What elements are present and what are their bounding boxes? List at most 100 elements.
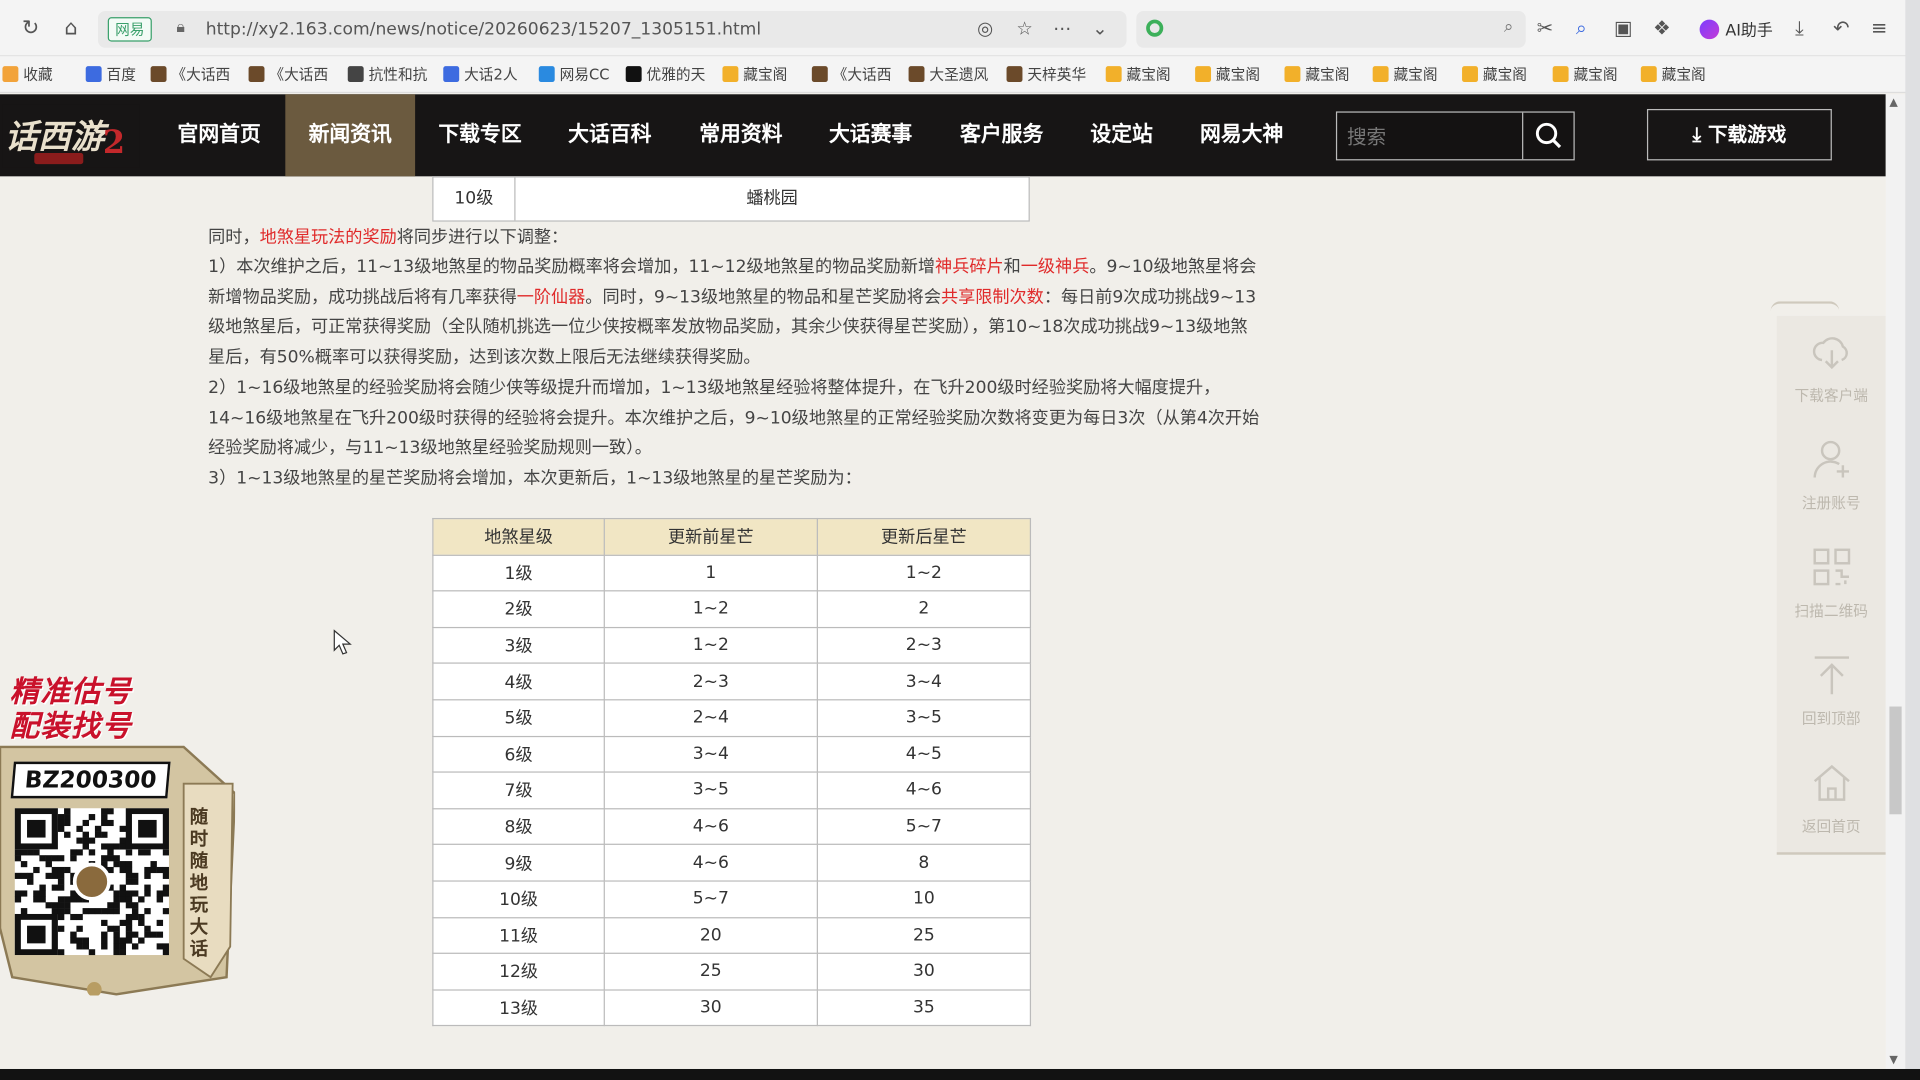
bookmarks-bar: 收藏 百度 《大话西 《大话西 抗性和抗 大话2人 网易CC 优雅的天 藏宝阁 《大话西 大圣遗风 天…	[0, 56, 1920, 94]
scroll-up-icon[interactable]: ▲	[1889, 97, 1897, 109]
float-bar-handle[interactable]	[1770, 301, 1840, 311]
game-logo[interactable]: 话西游 2	[2, 104, 140, 168]
bookmark-item[interactable]: 《大话西	[811, 64, 891, 85]
download-game-button[interactable]: ⤓ 下载游戏	[1646, 108, 1832, 161]
bookmark-item[interactable]: 藏宝阁	[1195, 64, 1260, 85]
float-download-client[interactable]: 下载客户端	[1777, 316, 1886, 424]
p1-highlight-1: 神兵碎片	[935, 257, 1004, 277]
table-row: 13级 30 35	[432, 989, 1032, 1027]
bookmark-item[interactable]: 《大话西	[248, 64, 328, 85]
scissors-icon[interactable]: ✂	[1537, 16, 1553, 39]
search-icon[interactable]	[1523, 113, 1574, 160]
search-engine-icon[interactable]	[1146, 19, 1164, 37]
location-icon[interactable]: ◎	[977, 17, 993, 39]
extension-icon[interactable]: ❖	[1653, 16, 1671, 39]
browser-search-box[interactable]: ⌕	[1136, 11, 1526, 48]
bookmark-item[interactable]: 《大话西	[150, 64, 230, 85]
magnifier-icon[interactable]: ⌕	[1576, 16, 1587, 40]
menu-icon[interactable]: ≡	[1871, 16, 1887, 39]
after-cell: 10	[816, 880, 1032, 918]
before-cell: 2~4	[603, 699, 818, 737]
nav-item[interactable]: 设定站	[1067, 94, 1177, 176]
table-row: 3级 1~2 2~3	[432, 626, 1032, 665]
intro-pre: 同时，	[208, 227, 260, 248]
undo-icon[interactable]: ↶	[1833, 16, 1849, 39]
bookmark-favicon-icon	[1006, 66, 1023, 83]
after-cell: 25	[816, 916, 1032, 955]
ai-assistant-button[interactable]: AI助手	[1699, 17, 1773, 40]
bookmark-item[interactable]: 百度	[85, 64, 136, 85]
page-scrollbar[interactable]: ▲ ▼	[1885, 94, 1906, 1069]
nav-item[interactable]: 下载专区	[415, 94, 545, 176]
float-home[interactable]: 返回首页	[1777, 747, 1886, 855]
bookmark-item[interactable]: 藏宝阁	[1372, 64, 1438, 85]
p1-text-d: 。同时，9~13级地煞星的物品和星芒奖励将会	[585, 287, 941, 307]
nav-item[interactable]: 客户服务	[937, 94, 1067, 176]
refresh-icon[interactable]: ↻	[17, 15, 44, 42]
bookmark-favicon-icon	[538, 66, 555, 83]
nav-item[interactable]: 常用资料	[676, 94, 806, 176]
home-icon	[1813, 764, 1850, 801]
promo-badge[interactable]: 精准估号 配装找号 BZ200300 随时随地玩大话	[0, 671, 245, 1026]
nav-item[interactable]: 新闻资讯	[285, 94, 416, 177]
site-search-button[interactable]	[1522, 112, 1574, 160]
star-icon[interactable]: ☆	[1016, 17, 1032, 39]
bookmark-item[interactable]: 藏宝阁	[1552, 64, 1618, 85]
star-reward-table: 地煞星级 更新前星芒 更新后星芒 1级 1 1~2 2级 1~2 2 3级 1~2 2~3 4级 2…	[432, 517, 1032, 1027]
url-text[interactable]: http://xy2.163.com/news/notice/20260623/…	[206, 20, 761, 40]
after-cell: 2~3	[816, 626, 1032, 665]
bookmark-item[interactable]: 优雅的天	[625, 64, 705, 85]
chevron-down-icon[interactable]: ⌄	[1092, 17, 1107, 39]
float-sidebar: 下载客户端 注册账号 扫描二维码 回到顶部 返回首页	[1776, 315, 1886, 855]
bookmark-label: 藏宝阁	[1661, 66, 1706, 84]
nav-item[interactable]: 大话百科	[545, 94, 675, 176]
float-back-to-top[interactable]: 回到顶部	[1777, 639, 1886, 747]
bookmark-item[interactable]: 网易CC	[538, 64, 610, 85]
float-register[interactable]: 注册账号	[1777, 424, 1886, 532]
bookmark-label: 藏宝阁	[1393, 66, 1438, 84]
nav-item[interactable]: 大话赛事	[806, 94, 936, 176]
address-bar[interactable]: 网易 🔒︎ http://xy2.163.com/news/notice/202…	[97, 11, 1127, 48]
scrollbar-thumb[interactable]	[1889, 706, 1902, 815]
bookmark-favicon-icon	[2, 66, 19, 83]
site-search[interactable]	[1335, 111, 1575, 161]
header-before: 更新前星芒	[603, 517, 818, 556]
bookmark-item[interactable]: 藏宝阁	[1462, 64, 1527, 85]
bookmark-item[interactable]: 藏宝阁	[722, 64, 787, 85]
search-icon[interactable]: ⌕	[1504, 17, 1514, 37]
qr-code-image[interactable]	[14, 808, 169, 956]
before-cell: 1~2	[603, 626, 818, 665]
bookmark-label: 藏宝阁	[1573, 66, 1618, 84]
bookmark-item[interactable]: 抗性和抗	[347, 64, 427, 85]
bookmark-label: 藏宝阁	[743, 66, 788, 84]
bookmark-favicon-icon	[1195, 66, 1212, 83]
bookmark-item[interactable]: 收藏	[2, 64, 53, 85]
nav-item[interactable]: 网易大神	[1177, 94, 1307, 176]
screenshot-icon[interactable]: ▣	[1614, 16, 1633, 39]
after-cell: 5~7	[816, 807, 1032, 846]
bookmark-item[interactable]: 藏宝阁	[1105, 64, 1171, 85]
p1-text-a: 1）本次维护之后，11~13级地煞星的物品奖励概率将会增加，11~12级地煞星的…	[208, 257, 936, 277]
promo-slogan: 精准估号 配装找号	[10, 675, 132, 744]
before-cell: 4~6	[603, 844, 818, 882]
site-search-input[interactable]	[1346, 122, 1519, 150]
table-row: 9级 4~6 8	[432, 844, 1032, 882]
float-scan-qr[interactable]: 扫描二维码	[1777, 531, 1886, 639]
nav-item[interactable]: 官网首页	[156, 94, 283, 176]
intro-highlight: 地煞星玩法的奖励	[259, 227, 397, 248]
bookmark-item[interactable]: 大圣遗风	[908, 64, 988, 85]
before-cell: 25	[603, 952, 818, 991]
table-row: 7级 3~5 4~6	[432, 771, 1032, 810]
bookmark-item[interactable]: 藏宝阁	[1640, 64, 1706, 85]
lock-icon[interactable]: 🔒︎	[176, 18, 184, 36]
home-icon[interactable]: ⌂	[58, 15, 85, 42]
after-cell: 8	[816, 844, 1032, 882]
bookmark-item[interactable]: 大话2人	[443, 64, 518, 85]
bookmark-item[interactable]: 天梓英华	[1006, 64, 1086, 85]
bookmark-item[interactable]: 藏宝阁	[1284, 64, 1349, 85]
level-cell: 7级	[432, 771, 605, 810]
more-icon[interactable]: ⋯	[1053, 17, 1071, 39]
ai-icon	[1699, 18, 1720, 39]
download-icon[interactable]: ⤓	[1795, 16, 1804, 40]
scroll-down-icon[interactable]: ▼	[1889, 1054, 1897, 1066]
